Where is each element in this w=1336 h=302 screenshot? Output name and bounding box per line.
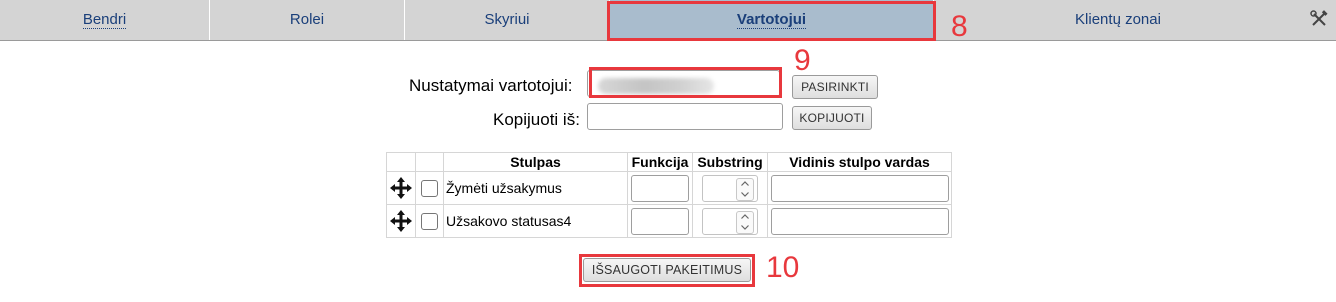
table-row: Žymėti užsakymus <box>386 171 952 205</box>
tab-label: Rolei <box>289 11 325 28</box>
chevron-up-icon <box>741 214 749 220</box>
row-checkbox[interactable] <box>421 179 438 197</box>
column-name: Žymėti užsakymus <box>443 171 628 205</box>
internal-name-cell <box>767 171 952 205</box>
column-header-vidinis: Vidinis stulpo vardas <box>767 152 952 172</box>
chevron-up-icon <box>741 181 749 187</box>
move-arrows-icon[interactable] <box>387 209 415 233</box>
chevron-down-icon <box>741 191 749 197</box>
columns-table: Stulpas Funkcija Substring Vidinis stulp… <box>386 152 952 238</box>
tab-label: Vartotojui <box>736 11 807 29</box>
user-settings-label: Nustatymai vartotojui: <box>409 76 573 95</box>
internal-name-cell <box>767 204 952 238</box>
chevron-down-icon <box>741 224 749 230</box>
row-checkbox[interactable] <box>421 212 438 230</box>
tab-label: Klientų zonai <box>1075 11 1161 28</box>
move-arrows-icon[interactable] <box>387 176 415 200</box>
tab-bar: Bendri Rolei Skyriui Vartotojui Klientų … <box>0 0 1336 41</box>
function-input[interactable] <box>631 207 689 235</box>
function-cell <box>627 171 693 205</box>
move-cell <box>386 171 416 205</box>
column-name: Užsakovo statusas4 <box>443 204 628 238</box>
copy-from-input[interactable] <box>587 103 783 130</box>
tab-vartotojui[interactable]: Vartotojui <box>610 0 934 40</box>
tab-skyriui[interactable]: Skyriui <box>405 0 610 40</box>
tab-bendri[interactable]: Bendri <box>0 0 210 40</box>
internal-name-input[interactable] <box>770 207 949 235</box>
internal-name-input[interactable] <box>770 174 949 202</box>
move-header <box>386 152 416 172</box>
table-header-row: Stulpas Funkcija Substring Vidinis stulp… <box>386 152 952 172</box>
checkbox-header <box>415 152 444 172</box>
checkbox-cell <box>415 204 444 238</box>
substring-cell <box>692 204 768 238</box>
column-header-funkcija: Funkcija <box>627 152 693 172</box>
substring-stepper[interactable] <box>702 174 758 202</box>
function-cell <box>627 204 693 238</box>
annotation-number-8: 8 <box>951 10 968 43</box>
substring-stepper[interactable] <box>702 207 758 235</box>
save-changes-button[interactable]: IŠSAUGOTI PAKEITIMUS <box>583 258 751 282</box>
table-row: Užsakovo statusas4 <box>386 204 952 238</box>
substring-cell <box>692 171 768 205</box>
annotation-number-9: 9 <box>794 44 811 77</box>
column-header-stulpas: Stulpas <box>443 152 628 172</box>
tab-rolei[interactable]: Rolei <box>210 0 405 40</box>
stepper-buttons[interactable] <box>736 177 754 201</box>
tab-label: Skyriui <box>484 11 530 28</box>
copy-from-label: Kopijuoti iš: <box>493 110 580 129</box>
tab-klientu-zonai[interactable]: Klientų zonai <box>934 0 1302 40</box>
move-cell <box>386 204 416 238</box>
tab-label: Bendri <box>82 11 127 29</box>
function-input[interactable] <box>631 174 689 202</box>
crossed-tools-icon[interactable] <box>1309 9 1329 29</box>
blurred-user-value <box>598 78 714 94</box>
user-field[interactable] <box>587 70 780 97</box>
copy-button[interactable]: KOPIJUOTI <box>792 106 872 130</box>
stepper-buttons[interactable] <box>736 210 754 234</box>
checkbox-cell <box>415 171 444 205</box>
annotation-number-10: 10 <box>766 251 800 284</box>
select-user-button[interactable]: PASIRINKTI <box>792 75 878 99</box>
column-header-substring: Substring <box>692 152 768 172</box>
